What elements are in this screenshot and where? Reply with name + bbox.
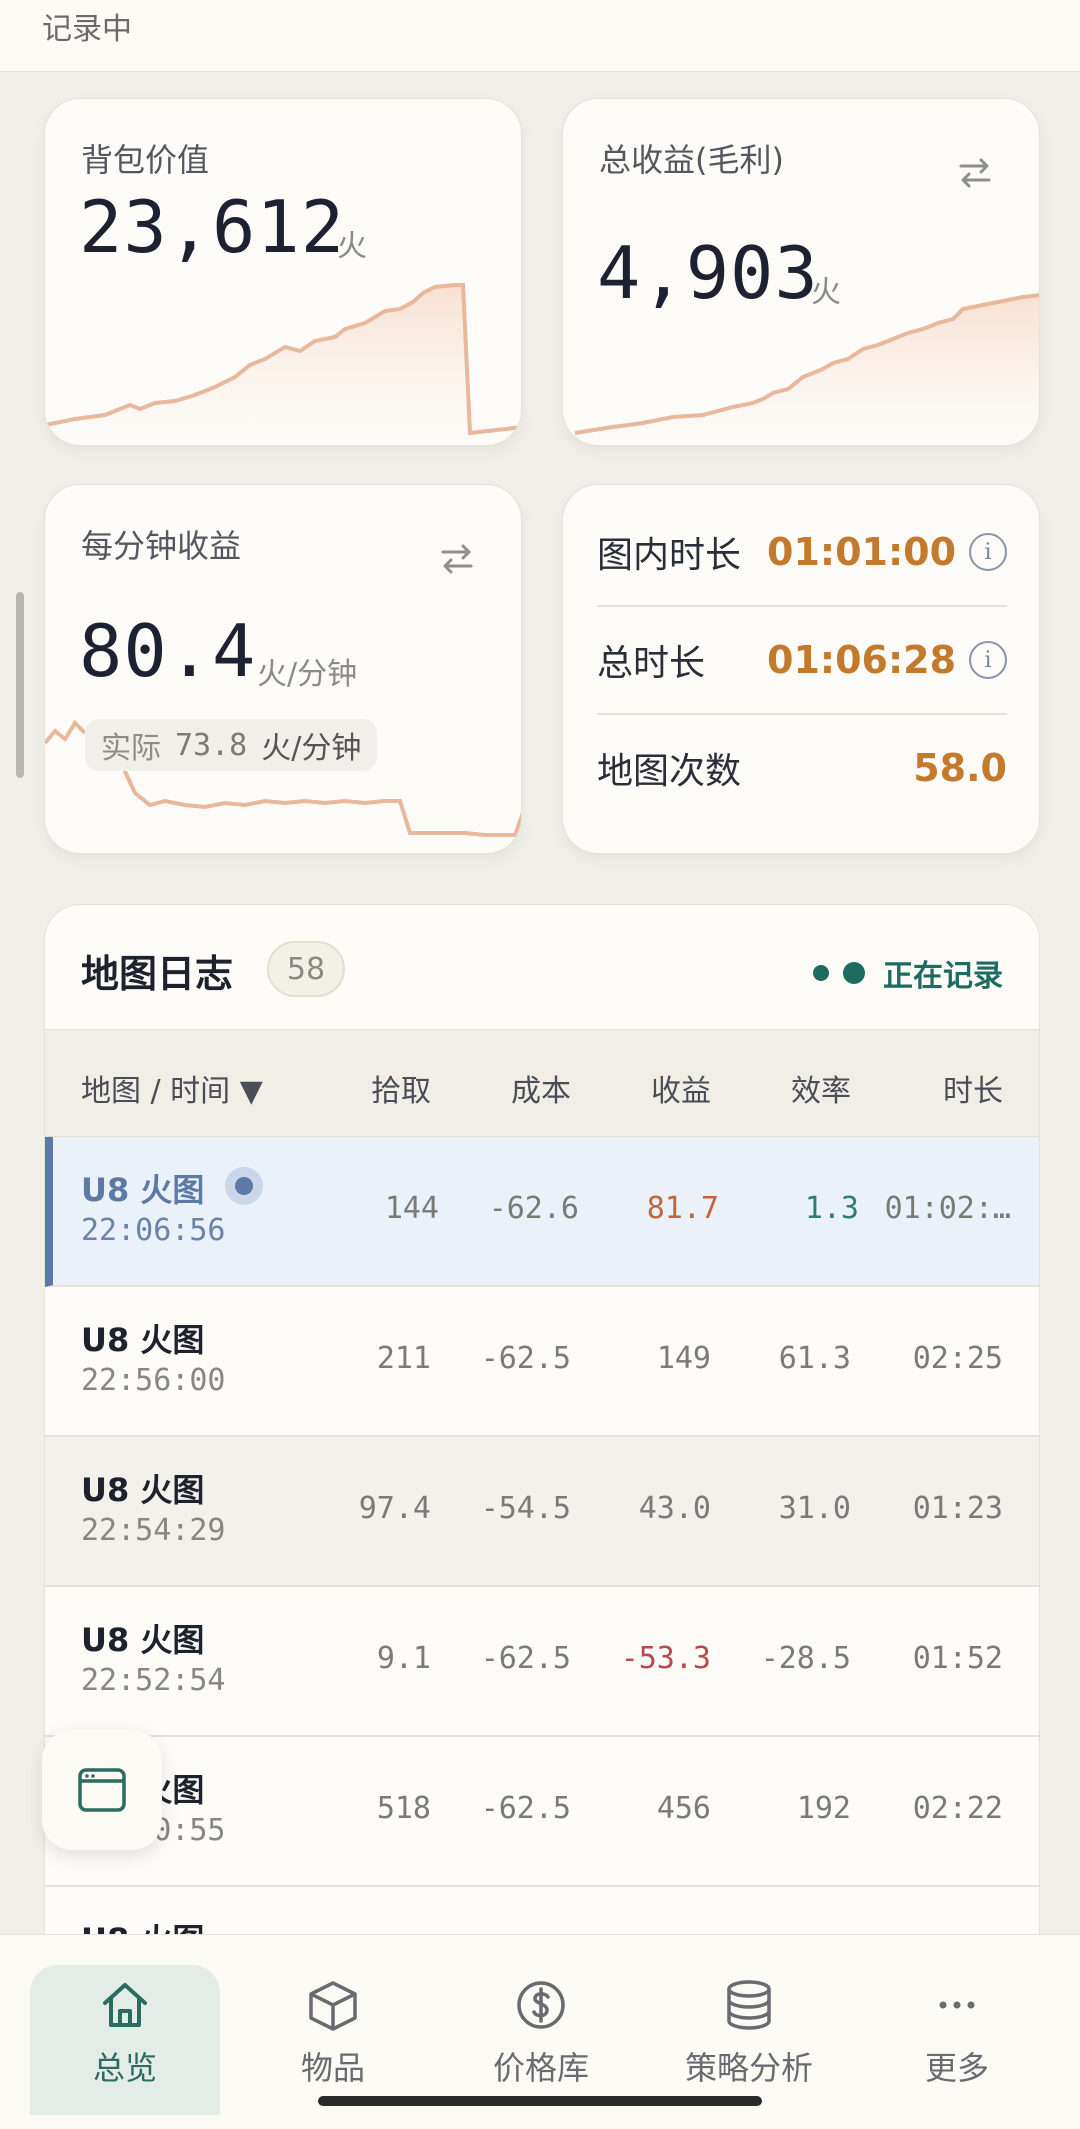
column-header-profit[interactable]: 收益 — [651, 1066, 711, 1110]
row-profit: 149 — [656, 1341, 711, 1376]
row-duration: 02:22 — [912, 1791, 1003, 1826]
table-row[interactable]: U8 火图 22:50:55 518 -62.5 456 192 02:22 — [45, 1737, 1039, 1887]
map-log-title: 地图日志 — [81, 952, 234, 996]
row-cost: -62.5 — [480, 1791, 571, 1826]
row-duration: 01:02:… — [884, 1191, 1011, 1226]
table-header: 地图 / 时间 ▼ 拾取 成本 收益 效率 时长 — [45, 1029, 1039, 1137]
gross-profit-card[interactable]: 总收益(毛利) 4,903 火 — [562, 98, 1040, 446]
row-cost: -62.5 — [480, 1641, 571, 1676]
nav-item-overview[interactable]: 总览 — [30, 1965, 220, 2115]
in-map-duration-label: 图内时长 — [597, 535, 742, 576]
in-map-duration-row: 图内时长 01:01:00 i — [597, 499, 1007, 605]
map-log-count-badge: 58 — [267, 941, 345, 997]
per-minute-sparkline — [45, 719, 521, 837]
map-log-header: 地图日志 58 正在记录 — [45, 905, 1039, 1029]
row-efficiency: 1.3 — [804, 1191, 859, 1226]
dollar-icon — [517, 1981, 565, 2029]
row-map-name: U8 火图 — [81, 1471, 205, 1509]
row-profit: 456 — [656, 1791, 711, 1826]
row-time: 22:54:29 — [81, 1513, 226, 1548]
row-duration: 01:23 — [912, 1491, 1003, 1526]
table-row[interactable]: U8 火图 22:54:29 97.4 -54.5 43.0 31.0 01:2… — [45, 1437, 1039, 1587]
nav-item-more[interactable]: 更多 — [862, 1965, 1052, 2115]
row-profit: -53.3 — [620, 1641, 711, 1676]
row-time: 22:06:56 — [81, 1213, 226, 1248]
floating-window-button[interactable] — [42, 1730, 162, 1850]
home-icon — [103, 1983, 147, 2027]
recording-dot-icon — [843, 962, 865, 984]
table-row[interactable]: U8 火图 22:06:56 144 -62.6 81.7 1.3 01:02:… — [45, 1137, 1039, 1287]
row-time: 22:52:54 — [81, 1663, 226, 1698]
row-pickup: 9.1 — [376, 1641, 431, 1676]
row-efficiency: 61.3 — [778, 1341, 851, 1376]
nav-item-label: 价格库 — [492, 2049, 589, 2087]
row-profit: 43.0 — [638, 1491, 711, 1526]
window-icon — [78, 1768, 126, 1812]
row-map-name: U8 火图 — [81, 1171, 205, 1209]
row-pickup: 211 — [376, 1341, 431, 1376]
total-duration-value: 01:06:28 — [767, 638, 957, 682]
row-cost: -62.6 — [488, 1191, 579, 1226]
nav-item-label: 物品 — [300, 2049, 365, 2087]
actual-unit: 火/分钟 — [261, 731, 362, 766]
row-duration: 02:25 — [912, 1341, 1003, 1376]
nav-item-label: 更多 — [924, 2049, 989, 2087]
home-indicator[interactable] — [318, 2096, 762, 2106]
table-row[interactable]: U8 火图 22:52:54 9.1 -62.5 -53.3 -28.5 01:… — [45, 1587, 1039, 1737]
row-time: 22:56:00 — [81, 1363, 226, 1398]
database-icon — [727, 1980, 771, 2030]
nav-item-label: 总览 — [92, 2049, 157, 2087]
row-profit: 81.7 — [646, 1191, 719, 1226]
row-map-name: U8 火图 — [81, 1621, 205, 1659]
per-minute-card[interactable]: 每分钟收益 80.4 火/分钟 实际 73.8 火/分钟 — [44, 484, 522, 854]
map-count-row: 地图次数 58.0 — [597, 715, 1007, 821]
row-pickup: 518 — [376, 1791, 431, 1826]
nav-item-strategy[interactable]: 策略分析 — [654, 1965, 844, 2115]
total-duration-label: 总时长 — [597, 643, 706, 684]
info-icon[interactable]: i — [969, 641, 1007, 679]
row-efficiency: -28.5 — [760, 1641, 851, 1676]
actual-value: 73.8 — [175, 727, 248, 763]
row-cost: -62.5 — [480, 1341, 571, 1376]
nav-item-items[interactable]: 物品 — [238, 1965, 428, 2115]
column-header-duration[interactable]: 时长 — [943, 1066, 1003, 1110]
map-count-value: 58.0 — [913, 746, 1007, 790]
row-duration: 01:52 — [912, 1641, 1003, 1676]
actual-rate-pill: 实际 73.8 火/分钟 — [85, 719, 378, 771]
row-map-name: U8 火图 — [81, 1321, 205, 1359]
total-duration-row: 总时长 01:06:28 i — [597, 607, 1007, 713]
bag-value-sparkline — [45, 283, 521, 445]
info-icon[interactable]: i — [969, 533, 1007, 571]
recording-dot-icon — [813, 965, 829, 981]
column-header-map-time[interactable]: 地图 / 时间 ▼ — [81, 1066, 263, 1110]
row-cost: -54.5 — [480, 1491, 571, 1526]
actual-label: 实际 — [101, 731, 161, 766]
in-map-duration-value: 01:01:00 — [767, 530, 957, 574]
recording-label: 正在记录 — [883, 959, 1003, 994]
gross-profit-sparkline — [574, 293, 1039, 445]
map-count-label: 地图次数 — [597, 751, 742, 792]
recording-status-label: 记录中 — [42, 12, 132, 47]
column-header-efficiency[interactable]: 效率 — [791, 1066, 851, 1110]
row-efficiency: 192 — [796, 1791, 851, 1826]
live-record-icon — [225, 1167, 263, 1205]
nav-item-label: 策略分析 — [684, 2049, 813, 2087]
bag-value-card[interactable]: 背包价值 23,612 火 — [44, 98, 522, 446]
recording-indicator: 正在记录 — [813, 951, 1003, 995]
scroll-indicator[interactable] — [16, 592, 24, 778]
top-status-bar: 记录中 — [0, 0, 1080, 72]
column-header-cost[interactable]: 成本 — [511, 1066, 571, 1110]
table-row[interactable]: U8 火图 22:56:00 211 -62.5 149 61.3 02:25 — [45, 1287, 1039, 1437]
column-header-pickup[interactable]: 拾取 — [371, 1066, 431, 1110]
row-pickup: 97.4 — [358, 1491, 431, 1526]
row-pickup: 144 — [384, 1191, 439, 1226]
map-log-panel: 地图日志 58 正在记录 地图 / 时间 ▼ 拾取 成本 收益 效率 时长 U8… — [44, 904, 1040, 2004]
cube-icon — [309, 1981, 357, 2031]
more-icon — [939, 2001, 975, 2009]
row-efficiency: 31.0 — [778, 1491, 851, 1526]
nav-item-price-db[interactable]: 价格库 — [446, 1965, 636, 2115]
duration-card: 图内时长 01:01:00 i 总时长 01:06:28 i 地图次数 58.0 — [562, 484, 1040, 854]
